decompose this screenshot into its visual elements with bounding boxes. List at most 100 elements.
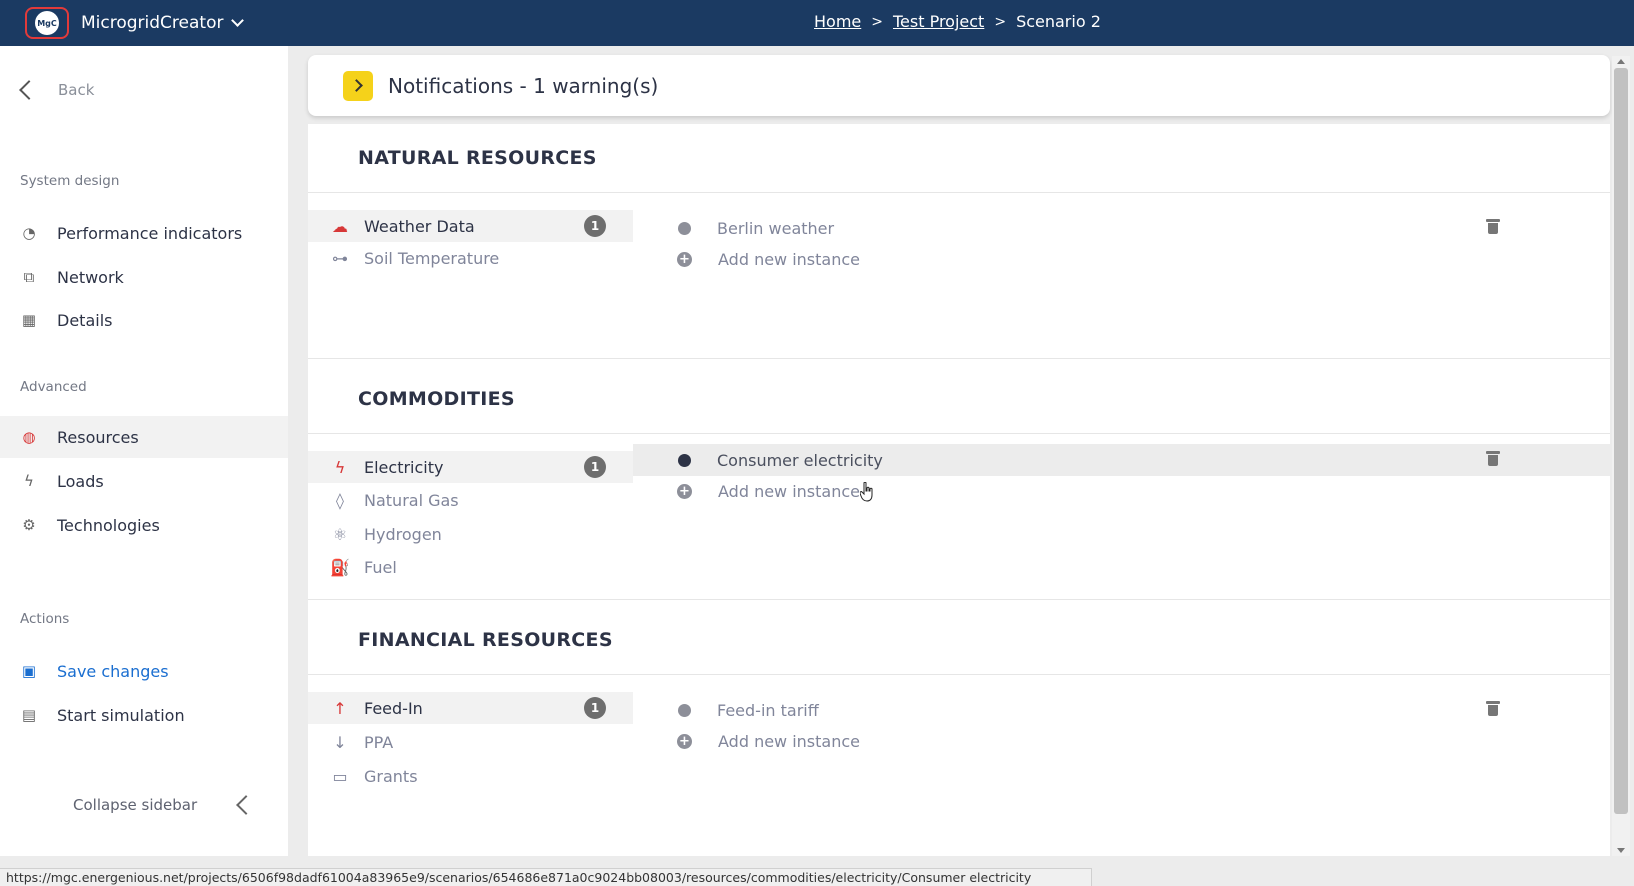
resource-label: Soil Temperature bbox=[364, 248, 500, 268]
save-changes-label: Save changes bbox=[57, 661, 169, 681]
count-badge: 1 bbox=[584, 697, 606, 719]
globe-icon: ◍ bbox=[22, 428, 36, 446]
sidebar-item-performance-indicators[interactable]: ◔ Performance indicators bbox=[0, 212, 288, 254]
atom-icon: ⚛ bbox=[332, 524, 348, 544]
resource-grants[interactable]: ▭ Grants bbox=[308, 760, 633, 792]
sidebar-item-technologies[interactable]: ⚙ Technologies bbox=[0, 504, 288, 546]
table-icon: ▦ bbox=[21, 311, 37, 329]
breadcrumb: Home > Test Project > Scenario 2 bbox=[814, 12, 1101, 31]
section-actions: Actions bbox=[20, 611, 70, 627]
add-instance-row[interactable]: + Add new instance bbox=[633, 243, 1610, 275]
category-financial-resources: FINANCIAL RESOURCES bbox=[308, 606, 1610, 675]
cogs-icon: ⚙ bbox=[22, 516, 36, 534]
category-title: NATURAL RESOURCES bbox=[358, 147, 597, 169]
resource-natural-gas[interactable]: ◊ Natural Gas bbox=[308, 484, 633, 516]
count-badge: 1 bbox=[584, 215, 606, 237]
back-label: Back bbox=[58, 81, 95, 99]
sidebar-item-details[interactable]: ▦ Details bbox=[0, 299, 288, 341]
plus-circle-icon: + bbox=[677, 483, 692, 499]
category-title: FINANCIAL RESOURCES bbox=[358, 629, 613, 651]
app-switcher[interactable]: MicrogridCreator bbox=[81, 13, 245, 33]
add-instance-row[interactable]: + Add new instance bbox=[633, 725, 1610, 757]
resource-fuel[interactable]: ⛽ Fuel bbox=[308, 551, 633, 583]
category-header: COMMODITIES bbox=[308, 365, 1610, 434]
start-simulation-button[interactable]: ▤ Start simulation bbox=[0, 694, 288, 736]
breadcrumb-scenario: Scenario 2 bbox=[1016, 12, 1101, 31]
sidebar-item-network[interactable]: ⧉ Network bbox=[0, 256, 288, 298]
instance-row[interactable]: Feed-in tariff bbox=[633, 694, 1610, 726]
resource-label: Fuel bbox=[364, 557, 397, 577]
bolt-icon: ϟ bbox=[24, 472, 34, 490]
resource-label: Feed-In bbox=[364, 698, 423, 718]
category-header: FINANCIAL RESOURCES bbox=[308, 606, 1610, 675]
plus-circle-icon: + bbox=[677, 733, 692, 749]
instance-label: Consumer electricity bbox=[717, 450, 883, 470]
resource-soil-temperature[interactable]: ⊶ Soil Temperature bbox=[308, 242, 633, 274]
category-commodities: COMMODITIES bbox=[308, 365, 1610, 434]
collapse-sidebar-button[interactable]: Collapse sidebar bbox=[73, 795, 257, 815]
bolt-icon: ϟ bbox=[334, 457, 346, 477]
section-system-design: System design bbox=[20, 173, 120, 189]
start-simulation-label: Start simulation bbox=[57, 705, 185, 725]
sitemap-icon: ⊶ bbox=[332, 248, 348, 268]
instance-label: Berlin weather bbox=[717, 218, 835, 238]
chart-pie-icon: ◔ bbox=[22, 224, 36, 242]
notifications-toggle[interactable] bbox=[343, 70, 373, 101]
breadcrumb-separator: > bbox=[871, 13, 883, 30]
resources-panel: NATURAL RESOURCES ☁ Weather Data 1 ⊶ Soi… bbox=[308, 124, 1610, 856]
browser-status-url: https://mgc.energenious.net/projects/650… bbox=[0, 868, 1092, 886]
resource-ppa[interactable]: ↓ PPA bbox=[308, 726, 633, 758]
chevron-right-icon bbox=[350, 79, 363, 92]
scroll-down-icon[interactable] bbox=[1617, 848, 1625, 853]
instance-row[interactable]: Consumer electricity bbox=[633, 444, 1610, 476]
scroll-up-icon[interactable] bbox=[1617, 59, 1625, 64]
trash-icon[interactable] bbox=[1486, 701, 1500, 716]
chevron-down-icon bbox=[231, 14, 245, 27]
resource-label: Weather Data bbox=[364, 216, 475, 236]
trash-icon[interactable] bbox=[1486, 219, 1500, 234]
breadcrumb-home[interactable]: Home bbox=[814, 12, 861, 31]
page-scrollbar[interactable] bbox=[1612, 56, 1630, 856]
add-instance-label: Add new instance bbox=[718, 481, 860, 501]
app-logo[interactable]: MgC bbox=[25, 7, 69, 39]
collapse-sidebar-label: Collapse sidebar bbox=[73, 796, 198, 814]
sidebar-item-label: Resources bbox=[57, 427, 139, 447]
resource-hydrogen[interactable]: ⚛ Hydrogen bbox=[308, 518, 633, 550]
plus-circle-icon: + bbox=[677, 251, 692, 267]
save-changes-button[interactable]: ▣ Save changes bbox=[0, 650, 288, 692]
droplet-icon: ◊ bbox=[336, 490, 344, 510]
breadcrumb-project[interactable]: Test Project bbox=[893, 12, 984, 31]
calculator-icon: ▤ bbox=[21, 706, 37, 724]
sidebar: Back System design ◔ Performance indicat… bbox=[0, 46, 288, 856]
add-instance-label: Add new instance bbox=[718, 731, 860, 751]
resource-electricity[interactable]: ϟ Electricity 1 bbox=[308, 451, 633, 483]
add-instance-row[interactable]: + Add new instance bbox=[633, 475, 1610, 507]
cloud-sun-rain-icon: ☁ bbox=[332, 216, 348, 236]
oil-can-icon: ⛽ bbox=[330, 557, 350, 577]
count-badge: 1 bbox=[584, 456, 606, 478]
scrollbar-thumb[interactable] bbox=[1614, 68, 1628, 814]
resource-label: Natural Gas bbox=[364, 490, 459, 510]
hand-pointer-icon bbox=[860, 482, 873, 502]
instance-label: Feed-in tariff bbox=[717, 700, 819, 720]
resource-label: Hydrogen bbox=[364, 524, 442, 544]
sidebar-item-label: Network bbox=[57, 267, 124, 287]
circle-icon bbox=[678, 703, 691, 717]
sidebar-item-resources[interactable]: ◍ Resources bbox=[0, 416, 288, 458]
resource-weather-data[interactable]: ☁ Weather Data 1 bbox=[308, 210, 633, 242]
add-instance-label: Add new instance bbox=[718, 249, 860, 269]
resource-feed-in[interactable]: ↑ Feed-In 1 bbox=[308, 692, 633, 724]
breadcrumb-separator: > bbox=[994, 13, 1007, 30]
sidebar-item-label: Performance indicators bbox=[57, 223, 243, 243]
sidebar-item-loads[interactable]: ϟ Loads bbox=[0, 460, 288, 502]
trash-icon[interactable] bbox=[1486, 451, 1500, 466]
money-bill-icon: ▭ bbox=[332, 766, 348, 786]
category-natural-resources: NATURAL RESOURCES bbox=[308, 124, 1610, 193]
notifications-banner[interactable]: Notifications - 1 warning(s) bbox=[308, 55, 1610, 116]
back-button[interactable]: Back bbox=[16, 80, 95, 100]
save-icon: ▣ bbox=[21, 662, 37, 680]
category-title: COMMODITIES bbox=[358, 388, 515, 410]
network-icon: ⧉ bbox=[23, 268, 35, 286]
section-advanced: Advanced bbox=[20, 379, 87, 395]
instance-row[interactable]: Berlin weather bbox=[633, 212, 1610, 244]
